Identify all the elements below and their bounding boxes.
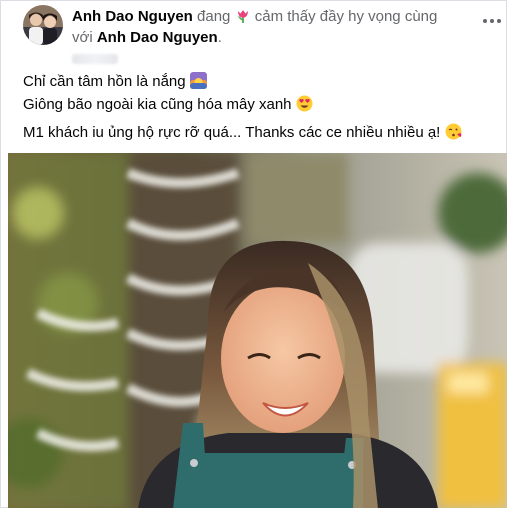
- feeling-text: cảm thấy đầy hy vọng cùng: [254, 8, 438, 25]
- post-photo[interactable]: [8, 153, 507, 508]
- post-line-1: Chỉ cần tâm hồn là nắng: [23, 73, 186, 90]
- more-dot: [497, 19, 501, 23]
- activity-prefix: đang: [197, 8, 231, 25]
- more-horizontal-icon: [483, 19, 487, 23]
- more-options-button[interactable]: [479, 9, 505, 33]
- post-header-line: Anh Dao Nguyen đang cảm thấy đầy hy vọng…: [72, 7, 437, 30]
- author-avatar[interactable]: [23, 5, 63, 45]
- post-meta: [72, 51, 118, 64]
- post-text-line: Chỉ cần tâm hồn là nắng: [23, 72, 207, 95]
- tagged-line: với Anh Dao Nguyen.: [72, 28, 222, 48]
- tagged-suffix: .: [217, 29, 222, 46]
- heart-eyes-emoji-icon: [296, 95, 313, 118]
- sunrise-emoji-icon: [189, 72, 207, 95]
- author-name[interactable]: Anh Dao Nguyen: [72, 8, 193, 25]
- post-text-line: M1 khách iu ủng hộ rực rỡ quá... Thanks …: [23, 123, 462, 146]
- more-dot: [490, 19, 494, 23]
- post-photo-image: [8, 153, 507, 508]
- tulip-emoji-icon: [235, 8, 251, 30]
- face-blowing-kiss-emoji-icon: [445, 123, 462, 146]
- post-text-line: Giông bão ngoài kia cũng hóa mây xanh: [23, 95, 313, 118]
- blurred-timestamp: [72, 54, 118, 64]
- tagged-prefix: với: [72, 29, 93, 46]
- post-line-2: Giông bão ngoài kia cũng hóa mây xanh: [23, 96, 292, 113]
- post-line-3: M1 khách iu ủng hộ rực rỡ quá... Thanks …: [23, 124, 441, 141]
- post-card: Anh Dao Nguyen đang cảm thấy đầy hy vọng…: [0, 0, 507, 508]
- tagged-name[interactable]: Anh Dao Nguyen: [97, 29, 218, 46]
